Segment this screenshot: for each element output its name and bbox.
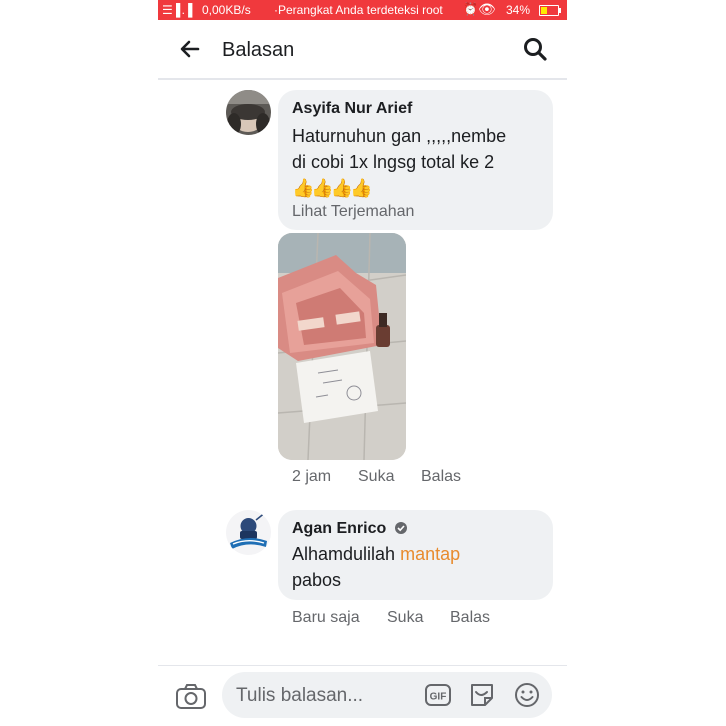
badge-icon	[395, 522, 407, 534]
network-speed: 0,00KB/s	[202, 3, 251, 17]
battery-icon	[539, 5, 561, 16]
like-button[interactable]: Suka	[358, 468, 394, 486]
svg-text:GIF: GIF	[430, 692, 447, 703]
root-notification: ·Perangkat Anda terdeteksi root	[274, 3, 443, 17]
like-button[interactable]: Suka	[387, 609, 423, 627]
battery-percent: 34%	[506, 3, 531, 17]
status-bar: ☰▐ .▐ 0,00KB/s ·Perangkat Anda terdeteks…	[158, 0, 567, 20]
avatar[interactable]	[226, 90, 271, 135]
comment-author[interactable]: Agan Enrico	[292, 520, 386, 538]
reply-composer: GIF	[222, 672, 552, 718]
comment-author[interactable]: Asyifa Nur Arief	[292, 100, 412, 118]
comment-text-line1: Alhamdulilah mantap	[292, 541, 460, 567]
thumbs-up-emoji: 👍👍👍👍	[292, 178, 373, 198]
page-title: Balasan	[222, 39, 295, 61]
comment-photo[interactable]	[278, 233, 406, 460]
search-icon[interactable]	[522, 36, 548, 62]
comment-time: 2 jam	[292, 468, 332, 485]
comment-text-line1: Haturnuhun gan ,,,,,nembe	[292, 126, 507, 146]
avatar-photo	[226, 90, 271, 135]
gif-icon[interactable]: GIF	[424, 681, 452, 709]
avatar[interactable]	[226, 510, 271, 555]
camera-icon[interactable]	[175, 683, 207, 711]
reply-button[interactable]: Balas	[450, 609, 490, 627]
alarm-icon: ⏰	[463, 2, 478, 16]
phone-screen: ☰▐ .▐ 0,00KB/s ·Perangkat Anda terdeteks…	[158, 0, 567, 726]
battery-fill	[541, 7, 547, 14]
sticker-icon[interactable]	[468, 681, 496, 709]
comment-bubble[interactable]: Agan Enrico Alhamdulilah mantap pabos	[278, 510, 553, 600]
reply-input[interactable]	[234, 680, 418, 712]
money-photo	[278, 233, 406, 460]
fishing-logo-avatar	[226, 510, 271, 555]
arrow-left-icon[interactable]	[178, 37, 202, 61]
app-header: Balasan	[158, 20, 567, 80]
eye-icon: 👁	[478, 1, 496, 17]
see-translation-link[interactable]: Lihat Terjemahan	[292, 203, 414, 221]
comment-text-line2: di cobi 1x lngsg total ke 2	[292, 152, 495, 172]
reply-button[interactable]: Balas	[421, 468, 461, 486]
comment-text: Alhamdulilah	[292, 544, 396, 564]
comment-bubble[interactable]: Asyifa Nur Arief Haturnuhun gan ,,,,,nem…	[278, 90, 553, 230]
composer-divider	[158, 665, 567, 666]
mention-link[interactable]: mantap	[400, 544, 460, 564]
smiley-icon[interactable]	[513, 681, 541, 709]
comment-time: Baru saja	[292, 609, 360, 626]
signal-indicator: ☰▐ .▐	[162, 3, 192, 17]
comment-text-line2: pabos	[292, 570, 342, 590]
